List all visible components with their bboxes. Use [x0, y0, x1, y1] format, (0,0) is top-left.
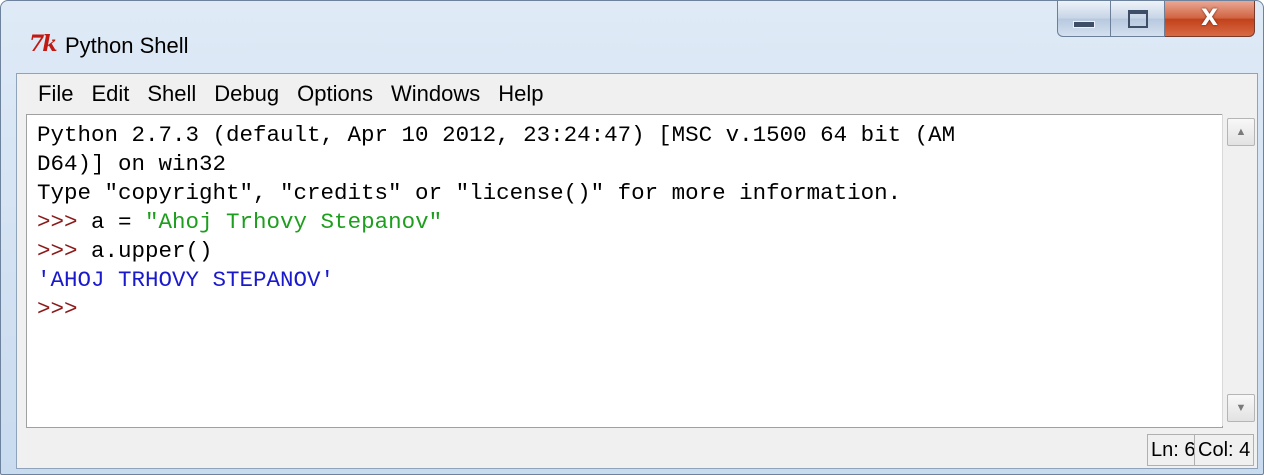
menu-help[interactable]: Help [489, 81, 552, 107]
maximize-button[interactable] [1111, 1, 1165, 37]
scroll-down-button[interactable]: ▼ [1227, 394, 1255, 422]
close-button[interactable]: X [1165, 1, 1255, 37]
maximize-icon [1127, 9, 1148, 28]
banner-line: Python 2.7.3 (default, Apr 10 2012, 23:2… [37, 122, 956, 148]
command-text: a = [77, 209, 146, 235]
shell-text-area[interactable]: Python 2.7.3 (default, Apr 10 2012, 23:2… [26, 114, 1223, 428]
scroll-up-button[interactable]: ▲ [1227, 118, 1255, 146]
menu-edit[interactable]: Edit [82, 81, 138, 107]
string-literal: "Ahoj Trhovy Stepanov" [145, 209, 443, 235]
vertical-scrollbar[interactable]: ▲ ▼ [1222, 114, 1257, 426]
idle-tk-icon: 7k [29, 31, 58, 57]
menu-windows[interactable]: Windows [382, 81, 489, 107]
output-text: 'AHOJ TRHOVY STEPANOV' [37, 267, 335, 293]
menu-bar: File Edit Shell Debug Options Windows He… [17, 74, 1257, 114]
status-line: Ln: 6 [1147, 434, 1200, 466]
minimize-icon [1073, 21, 1095, 28]
status-bar: Ln: 6 Col: 4 [17, 428, 1257, 468]
title-bar[interactable]: 7k Python Shell X [1, 1, 1263, 73]
prompt: >>> [37, 209, 78, 235]
banner-line: D64)] on win32 [37, 151, 227, 177]
minimize-button[interactable] [1057, 1, 1111, 37]
command-text: a.upper() [77, 238, 213, 264]
prompt: >>> [37, 238, 78, 264]
chevron-up-icon: ▲ [1235, 126, 1247, 138]
status-column: Col: 4 [1194, 434, 1255, 466]
close-icon: X [1201, 6, 1218, 31]
window-controls: X [1057, 1, 1255, 39]
window-title: Python Shell [65, 33, 189, 58]
python-shell-window: 7k Python Shell X File Edit Shell Debug … [0, 0, 1264, 475]
banner-line: Type "copyright", "credits" or "license(… [37, 180, 902, 206]
chevron-down-icon: ▼ [1235, 402, 1247, 414]
menu-file[interactable]: File [17, 81, 82, 107]
menu-options[interactable]: Options [288, 81, 382, 107]
menu-debug[interactable]: Debug [205, 81, 288, 107]
shell-frame: File Edit Shell Debug Options Windows He… [16, 73, 1258, 469]
prompt: >>> [37, 296, 78, 322]
menu-shell[interactable]: Shell [138, 81, 205, 107]
